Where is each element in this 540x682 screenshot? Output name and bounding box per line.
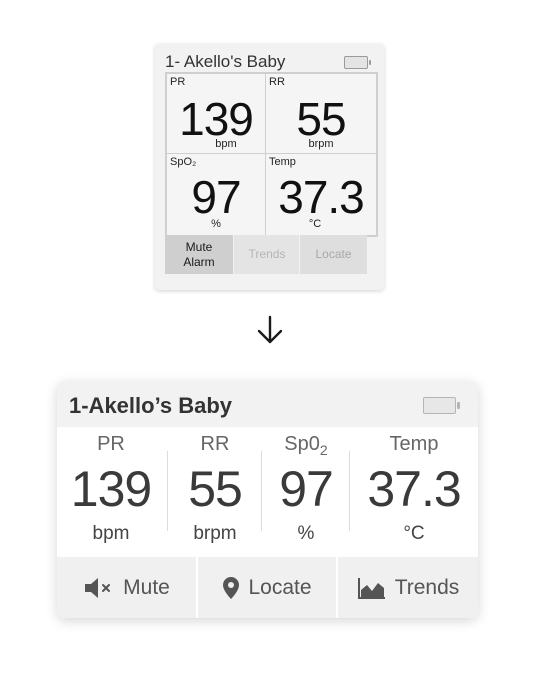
- new-patient-card: 1-Akello’s Baby PR 139 bpm RR 55 brpm Sp…: [57, 381, 478, 618]
- vital-temp: Temp 37.3 °C: [350, 427, 478, 557]
- vital-pr: PR 139 bpm: [57, 427, 165, 557]
- vital-unit: °C: [403, 523, 425, 544]
- vital-unit: %: [297, 523, 315, 544]
- vital-value: 139: [70, 461, 152, 517]
- divider: [167, 451, 168, 531]
- trends-button[interactable]: Trends: [338, 557, 478, 618]
- map-pin-icon: [222, 576, 240, 600]
- old-mute-alarm-button[interactable]: Mute Alarm: [165, 235, 233, 274]
- old-locate-button[interactable]: Locate: [299, 235, 367, 274]
- trends-label: Trends: [394, 575, 460, 599]
- battery-icon: [344, 56, 371, 69]
- vital-value: 55: [188, 461, 243, 517]
- old-vitals-grid: PR 139 bpm RR 55 brpm SpO₂ 97 % Temp 37.…: [165, 72, 378, 237]
- card-header: 1-Akello’s Baby: [57, 381, 478, 427]
- old-trends-button[interactable]: Trends: [233, 235, 300, 274]
- old-vital-unit: °C: [308, 218, 322, 230]
- old-vital-pr: PR 139 bpm: [166, 73, 266, 154]
- old-vital-label: SpO₂: [170, 156, 197, 168]
- old-vital-value: 55: [296, 93, 346, 145]
- mute-button[interactable]: Mute: [57, 557, 196, 618]
- locate-button[interactable]: Locate: [198, 557, 336, 618]
- vital-label: Sp02: [284, 433, 328, 458]
- vital-spo2: Sp02 97 %: [262, 427, 350, 557]
- old-vital-label: PR: [170, 76, 186, 88]
- patient-name: 1-Akello’s Baby: [69, 393, 233, 418]
- battery-icon: [423, 397, 460, 414]
- old-vital-value: 97: [191, 171, 241, 223]
- vital-label: PR: [97, 433, 125, 455]
- old-vital-spo2: SpO₂ 97 %: [166, 153, 266, 236]
- locate-label: Locate: [248, 575, 312, 599]
- old-alarm-label: Alarm: [183, 254, 215, 269]
- old-vital-unit: brpm: [308, 138, 334, 150]
- old-patient-card: 1- Akello's Baby PR 139 bpm RR 55 brpm S…: [155, 44, 384, 290]
- vital-label: RR: [200, 433, 230, 455]
- old-vital-label: RR: [269, 76, 285, 88]
- vital-value: 37.3: [367, 461, 461, 517]
- vital-unit: brpm: [193, 523, 237, 544]
- vital-value: 97: [279, 461, 334, 517]
- old-vital-rr: RR 55 brpm: [265, 73, 377, 154]
- old-vital-value: 139: [179, 93, 254, 145]
- old-vital-temp: Temp 37.3 °C: [265, 153, 377, 236]
- old-vital-value: 37.3: [278, 171, 365, 223]
- old-mute-label: Mute: [185, 239, 213, 254]
- old-vital-label: Temp: [269, 156, 296, 168]
- old-vital-unit: %: [211, 218, 221, 230]
- old-patient-name: 1- Akello's Baby: [165, 52, 286, 71]
- old-vital-unit: bpm: [215, 138, 237, 150]
- vital-rr: RR 55 brpm: [169, 427, 261, 557]
- area-chart-icon: [357, 576, 387, 600]
- speaker-mute-icon: [83, 576, 115, 600]
- vital-label: Temp: [389, 433, 439, 455]
- vital-unit: bpm: [92, 523, 130, 544]
- old-button-bar: Mute Alarm Trends Locate: [165, 235, 378, 274]
- mute-label: Mute: [123, 575, 170, 599]
- arrow-down-icon: [257, 315, 283, 344]
